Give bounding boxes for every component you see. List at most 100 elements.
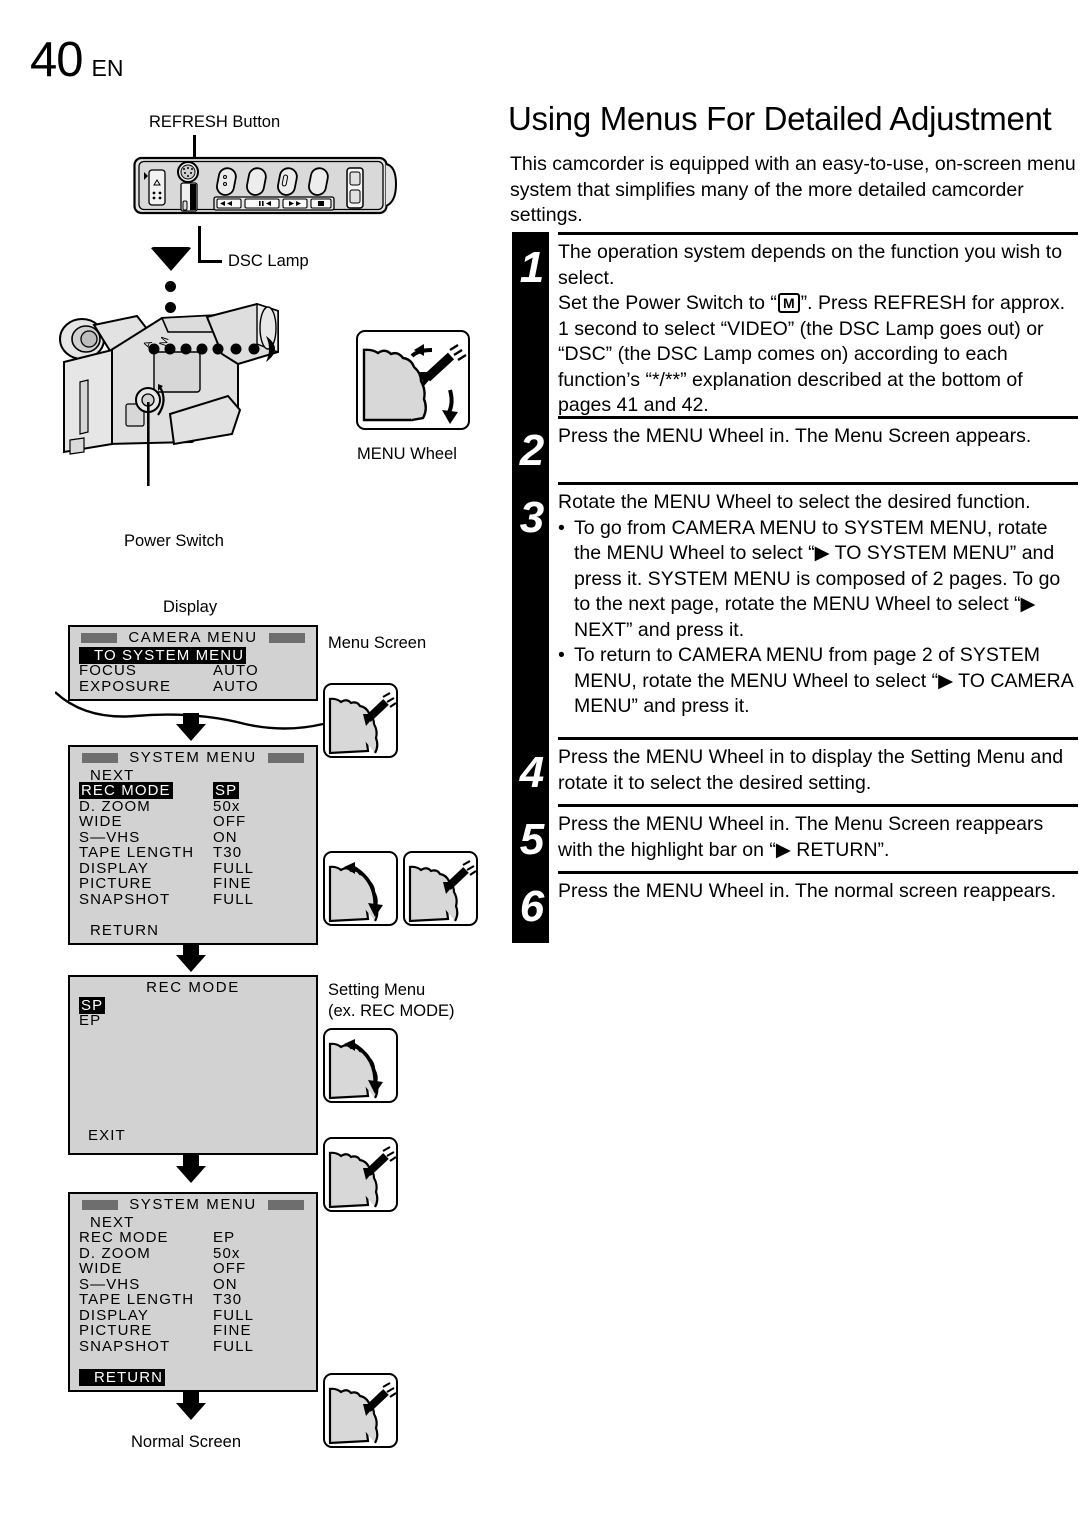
osd-menu-row[interactable]: RETURN (70, 1368, 316, 1386)
osd-row-label: SNAPSHOT (79, 890, 171, 908)
osd-title-bar-right (267, 1199, 304, 1210)
step-number-4: 4 (519, 748, 545, 797)
osd-row-label: D. ZOOM (79, 797, 151, 815)
osd-title-bar-left (82, 752, 119, 763)
osd-menu-row[interactable]: NEXT (70, 1213, 316, 1231)
osd-row-label: TAPE LENGTH (79, 844, 195, 862)
osd-row-label: REC MODE (79, 1229, 169, 1247)
osd-menu-row[interactable]: PICTURE FINE (70, 1322, 316, 1340)
osd-menu-row[interactable]: DISPLAY FULL (70, 859, 316, 877)
osd-row-value: FINE (213, 1322, 252, 1340)
m-mode-icon: M (777, 293, 800, 313)
osd-menu-row[interactable]: RETURN (70, 922, 316, 939)
osd-menu-row[interactable]: WIDE OFF (70, 813, 316, 831)
osd-title-bar-right (267, 752, 304, 763)
osd-menu-row[interactable]: PICTURE FINE (70, 875, 316, 893)
osd-row-label: S—VHS (79, 1275, 141, 1293)
osd-row-label: TAPE LENGTH (79, 1291, 195, 1309)
menu-wheel-icon (356, 330, 470, 430)
osd-system-menu-page1: SYSTEM MENU NEXT REC MODE SP D. ZOOM 50x WIDE O… (68, 745, 318, 945)
step-divider (558, 482, 1078, 485)
osd-row-value: T30 (213, 1291, 243, 1309)
wheel-press-icon (323, 1373, 398, 1448)
osd-row-label: FOCUS (79, 662, 137, 680)
step-number-6: 6 (519, 882, 545, 931)
osd-row-value: FULL (213, 1306, 255, 1324)
step-divider (558, 416, 1078, 419)
manual-page: 40 EN REFRESH Button DSC Lamp A M Power … (0, 0, 1080, 1533)
camcorder-top-panel-illustration (133, 156, 398, 215)
osd-row-label: WIDE (79, 813, 123, 831)
osd-menu-row[interactable]: TAPE LENGTH T30 (70, 1291, 316, 1309)
osd-menu-row[interactable]: TO SYSTEM MENU (70, 646, 316, 664)
osd-row-value: 50x (213, 1244, 241, 1262)
step-1-line-1: The operation system depends on the func… (558, 241, 1063, 289)
step-6-text: Press the MENU Wheel in. The normal scre… (558, 880, 1057, 902)
osd-row-label: NEXT (90, 766, 135, 784)
osd-row-value: 50x (213, 797, 241, 815)
osd-row-label: SP (79, 996, 106, 1014)
osd-row-value: T30 (213, 844, 243, 862)
connector-arrowhead-down (150, 247, 192, 271)
camcorder-body-illustration: A M (59, 302, 279, 486)
osd-title-bar-left (81, 632, 118, 643)
osd-title-text: CAMERA MENU (128, 629, 258, 647)
osd-menu-row[interactable]: FOCUS AUTO (70, 662, 316, 680)
step-divider (558, 871, 1078, 874)
osd-menu-row[interactable]: SP (70, 996, 316, 1014)
osd-menu-row[interactable] (70, 907, 316, 923)
display-label: Display (163, 598, 218, 616)
dsc-lamp-label: DSC Lamp (228, 252, 309, 270)
intro-paragraph: This camcorder is equipped with an easy-… (510, 153, 1076, 226)
osd-row-label: EP (79, 1012, 102, 1030)
osd-title-bar-left (82, 1199, 119, 1210)
illustration-column: REFRESH Button DSC Lamp A M Power Switch… (0, 0, 500, 1533)
osd-row-label: DISPLAY (79, 859, 149, 877)
osd-row-value: FULL (213, 859, 255, 877)
osd-menu-row[interactable]: S—VHS ON (70, 1275, 316, 1293)
osd-row-value: ON (213, 828, 238, 846)
osd-row-value: AUTO (213, 662, 259, 680)
dsc-lamp-leader-vertical (198, 226, 201, 263)
page-title: Using Menus For Detailed Adjustment (508, 100, 1052, 137)
osd-menu-row[interactable]: D. ZOOM 50x (70, 1244, 316, 1262)
osd-row-label: WIDE (79, 1260, 123, 1278)
wheel-rotate-icon (323, 851, 398, 926)
wheel-press-icon (403, 851, 478, 926)
osd-row-label: PICTURE (79, 875, 153, 893)
osd-row-marker-icon (81, 650, 91, 661)
wheel-press-icon (323, 683, 398, 758)
osd-menu-row[interactable] (70, 1354, 316, 1370)
osd-title-text: SYSTEM MENU (129, 749, 257, 767)
osd-menu-row[interactable]: WIDE OFF (70, 1260, 316, 1278)
osd-menu-row[interactable]: SNAPSHOT FULL (70, 890, 316, 908)
power-switch-label: Power Switch (124, 532, 224, 550)
dsc-lamp-leader-horizontal (198, 260, 222, 263)
osd-title-text: SYSTEM MENU (129, 1196, 257, 1214)
osd-row-value: FULL (213, 890, 255, 908)
step-3-text: Rotate the MENU Wheel to select the desi… (558, 490, 1078, 720)
osd-menu-row[interactable]: TAPE LENGTH T30 (70, 844, 316, 862)
osd-menu-row[interactable]: DISPLAY FULL (70, 1306, 316, 1324)
setting-menu-label-line1: Setting Menu (328, 981, 426, 999)
osd-row-value: OFF (213, 1260, 247, 1278)
step-5-text: Press the MENU Wheel in. The Menu Screen… (558, 813, 1044, 861)
osd-row-value: OFF (213, 813, 247, 831)
osd-menu-row[interactable]: REC MODE EP (70, 1229, 316, 1247)
normal-screen-label: Normal Screen (131, 1433, 242, 1451)
flow-arrow-down (176, 955, 206, 972)
step-1-line-2: Set the Power Switch to “M”. Press REFRE… (558, 292, 1066, 416)
osd-title-row: CAMERA MENU (70, 629, 316, 647)
osd-menu-row[interactable]: REC MODE SP (70, 782, 316, 800)
osd-menu-row[interactable]: S—VHS ON (70, 828, 316, 846)
osd-menu-row[interactable]: NEXT (70, 766, 316, 784)
osd-row-label: NEXT (90, 1213, 135, 1231)
step-number-3: 3 (519, 493, 545, 542)
osd-row-label: SNAPSHOT (79, 1337, 171, 1355)
osd-menu-row[interactable]: SNAPSHOT FULL (70, 1337, 316, 1355)
step-1-text: The operation system depends on the func… (558, 240, 1078, 419)
osd-menu-row[interactable]: EP (70, 1012, 316, 1030)
osd-row-label: PICTURE (79, 1322, 153, 1340)
osd-footer-row[interactable]: EXIT (79, 1127, 126, 1144)
osd-menu-row[interactable]: D. ZOOM 50x (70, 797, 316, 815)
